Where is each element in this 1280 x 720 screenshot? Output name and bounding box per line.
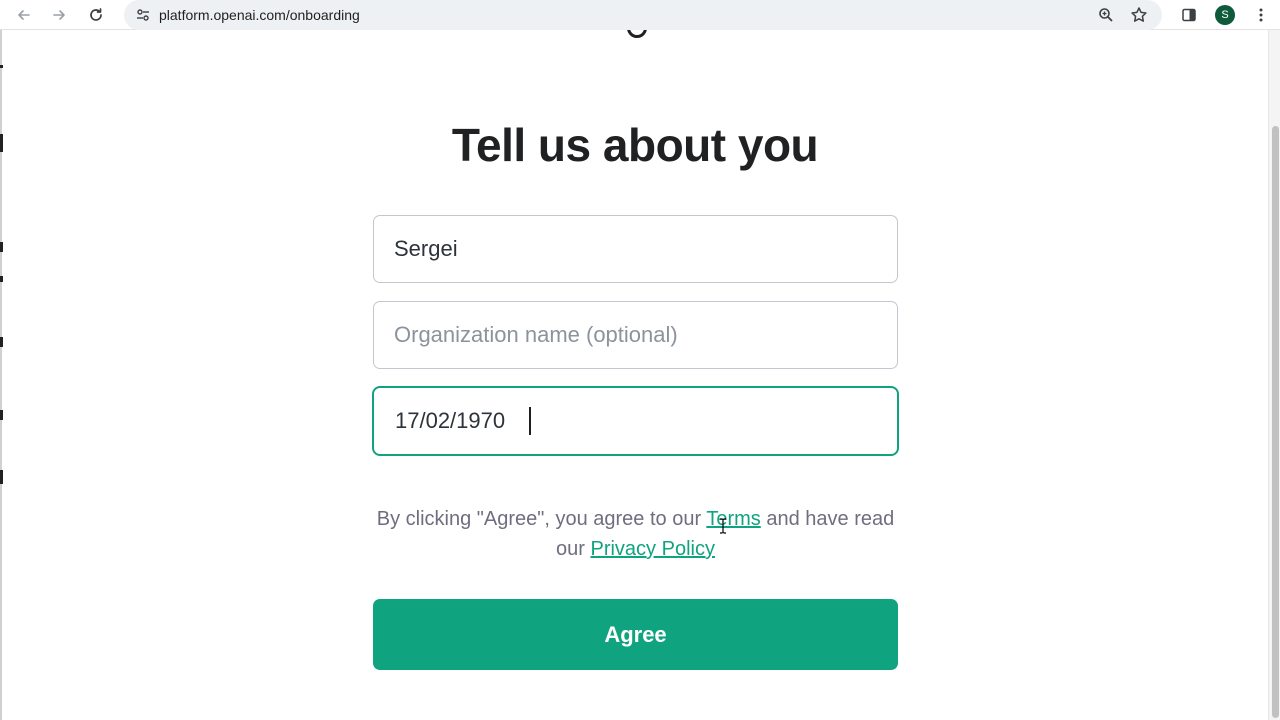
agree-button[interactable]: Agree xyxy=(373,599,898,670)
terms-link[interactable]: Terms xyxy=(706,508,760,530)
openai-logo-icon xyxy=(627,30,647,40)
browser-toolbar: platform.openai.com/onboarding S xyxy=(0,0,1280,30)
birthday-field[interactable] xyxy=(372,386,899,456)
scrollbar-thumb[interactable] xyxy=(1272,126,1279,718)
page-title: Tell us about you xyxy=(451,119,819,171)
mouse-cursor-icon xyxy=(720,518,726,534)
menu-dots-icon[interactable] xyxy=(1249,3,1273,27)
terms-prefix: By clicking "Agree", you agree to our xyxy=(376,508,707,530)
bookmark-star-icon[interactable] xyxy=(1129,5,1149,25)
back-icon[interactable] xyxy=(12,3,36,27)
page-scrollbar[interactable] xyxy=(1268,30,1280,720)
organization-field[interactable] xyxy=(373,301,898,369)
organization-input[interactable] xyxy=(394,302,874,368)
zoom-icon[interactable] xyxy=(1096,5,1116,25)
site-info-icon[interactable] xyxy=(134,6,152,24)
privacy-policy-link[interactable]: Privacy Policy xyxy=(590,538,714,560)
name-field[interactable] xyxy=(373,215,898,283)
url-text[interactable]: platform.openai.com/onboarding xyxy=(159,7,360,23)
reload-icon[interactable] xyxy=(84,3,108,27)
terms-notice: By clicking "Agree", you agree to our Te… xyxy=(373,504,898,564)
name-input[interactable] xyxy=(394,216,874,282)
text-caret xyxy=(529,407,531,435)
side-panel-icon[interactable] xyxy=(1177,3,1201,27)
avatar[interactable]: S xyxy=(1215,5,1235,25)
address-bar[interactable]: platform.openai.com/onboarding xyxy=(124,0,1162,30)
forward-icon[interactable] xyxy=(47,3,71,27)
birthday-input[interactable] xyxy=(395,388,875,454)
